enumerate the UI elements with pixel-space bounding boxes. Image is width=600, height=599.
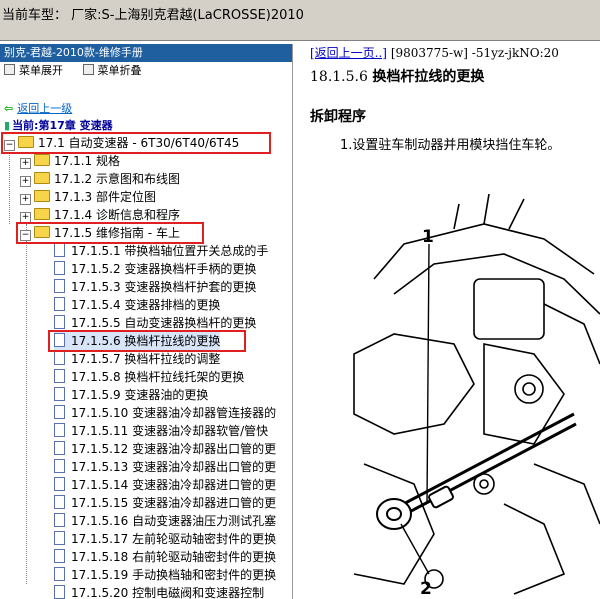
folder-icon: [34, 172, 50, 184]
document-icon: [54, 405, 65, 419]
tree-leaf[interactable]: 17.1.5.9 变速器油的更换: [54, 386, 208, 404]
document-icon: [54, 297, 65, 311]
manual-header: 别克-君越-2010款-维修手册: [0, 44, 292, 62]
tree-leaf[interactable]: 17.1.5.3 变速器换档杆护套的更换: [54, 278, 256, 296]
tree-leaf[interactable]: 17.1.5.16 自动变速器油压力测试孔塞: [54, 512, 276, 530]
folder-icon: [34, 190, 50, 202]
shift-cable-illustration: 1 2: [353, 193, 600, 599]
folder-icon: [34, 208, 50, 220]
document-icon: [54, 585, 65, 599]
document-icon: [54, 567, 65, 581]
document-icon: [54, 369, 65, 383]
document-icon: [54, 261, 65, 275]
page-title: 18.1.5.6 换档杆拉线的更换: [310, 69, 485, 85]
document-icon: [54, 387, 65, 401]
document-icon: [54, 279, 65, 293]
highlight-box: [1, 132, 271, 154]
document-icon: [54, 243, 65, 257]
document-icon: [54, 477, 65, 491]
expand-menu-button[interactable]: 菜单展开: [4, 64, 79, 77]
tree-node-17-1-3[interactable]: +17.1.3 部件定位图: [20, 188, 156, 206]
document-icon: [54, 495, 65, 509]
tree-leaf[interactable]: 17.1.5.2 变速器换档杆手柄的更换: [54, 260, 256, 278]
tree-leaf[interactable]: 17.1.5.1 带换档轴位置开关总成的手: [54, 242, 268, 260]
document-icon: [54, 351, 65, 365]
highlight-box: [48, 330, 246, 352]
callout-1: 1: [422, 227, 434, 247]
collapse-icon: [82, 64, 94, 75]
navigation-pane: 别克-君越-2010款-维修手册 菜单展开 菜单折叠 ⇦ 返回上一级 ▮ 当前:第1…: [0, 44, 293, 599]
tree-leaf[interactable]: 17.1.5.10 变速器油冷却器管连接器的: [54, 404, 276, 422]
callout-2: 2: [420, 579, 432, 599]
tree-leaf[interactable]: 17.1.5.7 换档杆拉线的调整: [54, 350, 220, 368]
title-bar: 当前车型： 厂家:S-上海别克君越(LaCROSSE)2010: [0, 0, 600, 41]
document-icon: [54, 423, 65, 437]
tree-leaf[interactable]: 17.1.5.4 变速器排档的更换: [54, 296, 220, 314]
tree-leaf[interactable]: 17.1.5.14 变速器油冷却器进口管的更: [54, 476, 276, 494]
document-icon: [54, 459, 65, 473]
highlight-box: [16, 222, 204, 244]
collapse-menu-button[interactable]: 菜单折叠: [82, 64, 158, 77]
current-chapter: ▮ 当前:第17章 变速器: [4, 119, 113, 132]
tree-leaf[interactable]: 17.1.5.11 变速器油冷却器软管/管快: [54, 422, 268, 440]
expand-toggle-icon[interactable]: +: [20, 194, 31, 205]
document-icon: [54, 315, 65, 329]
tree-leaf[interactable]: 17.1.5.20 控制电磁阀和变速器控制: [54, 584, 264, 599]
content-breadcrumb: [返回上一页..] [9803775-w] -51yz-jkNO:20: [310, 44, 559, 61]
back-arrow-icon: ⇦: [4, 102, 14, 115]
back-page-link[interactable]: [返回上一页..]: [310, 46, 387, 60]
tree-leaf[interactable]: 17.1.5.19 手动换档轴和密封件的更换: [54, 566, 276, 584]
tree-leaf[interactable]: 17.1.5.8 换档杆拉线托架的更换: [54, 368, 244, 386]
content-pane: [返回上一页..] [9803775-w] -51yz-jkNO:20 18.1…: [306, 44, 600, 599]
tree-leaf[interactable]: 17.1.5.12 变速器油冷却器出口管的更: [54, 440, 276, 458]
expand-toggle-icon[interactable]: +: [20, 158, 31, 169]
window-title: 当前车型： 厂家:S-上海别克君越(LaCROSSE)2010: [2, 8, 304, 23]
document-icon: [54, 549, 65, 563]
back-up-level-link[interactable]: ⇦ 返回上一级: [4, 100, 72, 116]
tree-leaf[interactable]: 17.1.5.15 变速器油冷却器进口管的更: [54, 494, 276, 512]
tree-node-17-1-1[interactable]: +17.1.1 规格: [20, 152, 120, 170]
document-ref: [9803775-w] -51yz-jkNO:20: [390, 46, 559, 60]
step-text: 1.设置驻车制动器并用模块挡住车轮。: [340, 138, 561, 153]
folder-icon: [34, 154, 50, 166]
document-icon: [54, 513, 65, 527]
document-icon: [54, 531, 65, 545]
book-icon: ▮: [4, 119, 11, 132]
menu-toolbar: 菜单展开 菜单折叠: [0, 62, 292, 80]
expand-toggle-icon[interactable]: +: [20, 176, 31, 187]
expand-icon: [4, 64, 15, 75]
tree-node-17-1-2[interactable]: +17.1.2 示意图和布线图: [20, 170, 180, 188]
tree-leaf[interactable]: 17.1.5.13 变速器油冷却器出口管的更: [54, 458, 276, 476]
section-heading: 拆卸程序: [310, 109, 366, 125]
tree-leaf[interactable]: 17.1.5.18 右前轮驱动轴密封件的更换: [54, 548, 276, 566]
tree-leaf[interactable]: 17.1.5.17 左前轮驱动轴密封件的更换: [54, 530, 276, 548]
document-icon: [54, 441, 65, 455]
